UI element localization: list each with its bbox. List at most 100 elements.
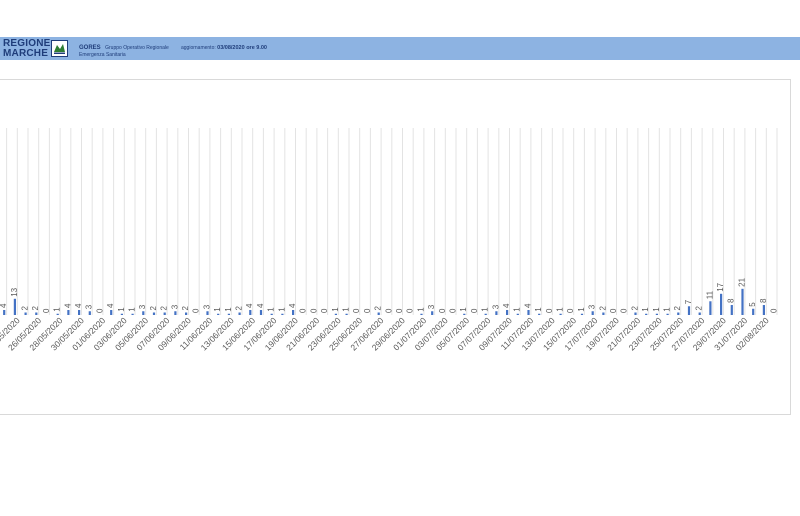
data-label: 2	[695, 306, 704, 311]
data-label: 1	[416, 307, 425, 312]
bar	[163, 312, 166, 315]
data-label: 0	[299, 308, 308, 313]
data-label: 1	[652, 307, 661, 312]
bar	[431, 311, 434, 315]
data-label: 4	[106, 303, 115, 308]
data-label: 2	[31, 306, 40, 311]
data-label: 0	[406, 308, 415, 313]
data-label: 7	[684, 299, 693, 304]
bar	[259, 310, 263, 315]
bar	[495, 311, 498, 315]
bar	[666, 313, 669, 315]
bar	[709, 301, 712, 315]
org-name: GORES	[79, 45, 101, 51]
bar	[152, 312, 156, 315]
data-label: 2	[149, 306, 158, 311]
chart-panel: 622/05/202041324/05/20202226/05/20200128…	[0, 79, 791, 415]
org-subtitle-line2: Emergenza Sanitaria	[79, 52, 126, 58]
data-label: 3	[85, 304, 94, 309]
bar	[67, 310, 70, 315]
data-label: 4	[245, 303, 254, 308]
data-label: 1	[663, 307, 672, 312]
data-label: 4	[288, 303, 297, 308]
data-label: 4	[74, 303, 83, 308]
data-label: 1	[481, 307, 490, 312]
bar	[762, 305, 765, 315]
data-label: 0	[384, 308, 393, 313]
data-label: 0	[309, 308, 318, 313]
data-label: 0	[352, 308, 361, 313]
data-label: 0	[449, 308, 458, 313]
bar	[559, 313, 562, 315]
data-label: 2	[235, 306, 244, 311]
data-label: 2	[673, 306, 682, 311]
data-label: 3	[427, 304, 436, 309]
bar	[345, 313, 348, 315]
update-info: aggiornamento: 03/08/2020 ore 9.00	[181, 45, 267, 51]
data-label: 4	[502, 303, 511, 308]
data-label: 1	[513, 307, 522, 312]
data-label: 11	[705, 290, 714, 299]
regione-marche-logo: REGIONE MARCHE	[3, 39, 68, 59]
daily-cases-chart: 622/05/202041324/05/20202226/05/20200128…	[0, 128, 779, 352]
bar	[420, 313, 423, 315]
updated-label: aggiornamento:	[181, 45, 216, 51]
bar	[217, 313, 220, 315]
data-label: 3	[138, 304, 147, 309]
bar	[292, 310, 295, 315]
bar	[752, 308, 755, 315]
data-label: 1	[277, 307, 286, 312]
data-label: 2	[630, 306, 639, 311]
data-label: 1	[556, 307, 565, 312]
data-label: 0	[620, 308, 629, 313]
data-label: 1	[213, 307, 222, 312]
bar	[142, 311, 145, 315]
bar	[634, 312, 637, 315]
data-label: 1	[117, 307, 126, 312]
data-label: 1	[577, 307, 586, 312]
data-label: 1	[128, 307, 137, 312]
bar	[687, 306, 691, 315]
data-label: 2	[160, 306, 169, 311]
bar	[238, 312, 241, 315]
data-label: 21	[737, 277, 746, 286]
bar	[56, 313, 59, 315]
data-label: 0	[545, 308, 554, 313]
bar	[3, 310, 6, 315]
data-label: 3	[491, 304, 500, 309]
bar	[580, 313, 584, 315]
bar	[174, 311, 177, 315]
data-label: 2	[21, 306, 30, 311]
bar	[377, 312, 380, 315]
region-emblem-icon	[51, 40, 68, 57]
bar	[88, 311, 91, 315]
data-label: 0	[609, 308, 618, 313]
bar	[677, 312, 680, 315]
bar	[720, 293, 723, 315]
logo-text-line2: MARCHE	[3, 47, 49, 59]
data-label: 0	[42, 308, 51, 313]
org-block: GORES Gruppo Operativo Regionale Emergen…	[79, 41, 169, 59]
header-banner: REGIONE MARCHE GORES Gruppo Operativo Re…	[0, 37, 800, 60]
bar	[602, 312, 605, 315]
data-label: 0	[192, 308, 201, 313]
data-label: 1	[641, 307, 650, 312]
data-label: 0	[363, 308, 372, 313]
bar	[185, 312, 188, 315]
data-label: 2	[181, 306, 190, 311]
bar	[645, 313, 648, 315]
data-label: 1	[459, 307, 468, 312]
data-label: 0	[470, 308, 479, 313]
bar	[35, 312, 38, 315]
data-label: 1	[267, 307, 276, 312]
bar	[484, 313, 487, 315]
bar	[270, 313, 273, 315]
bar	[131, 313, 134, 315]
data-label: 3	[588, 304, 597, 309]
data-label: 0	[320, 308, 329, 313]
bar	[249, 310, 252, 315]
data-label: 1	[53, 307, 62, 312]
data-label: 5	[748, 302, 757, 307]
logo-text: REGIONE MARCHE	[3, 39, 51, 58]
data-label: 3	[202, 304, 211, 309]
